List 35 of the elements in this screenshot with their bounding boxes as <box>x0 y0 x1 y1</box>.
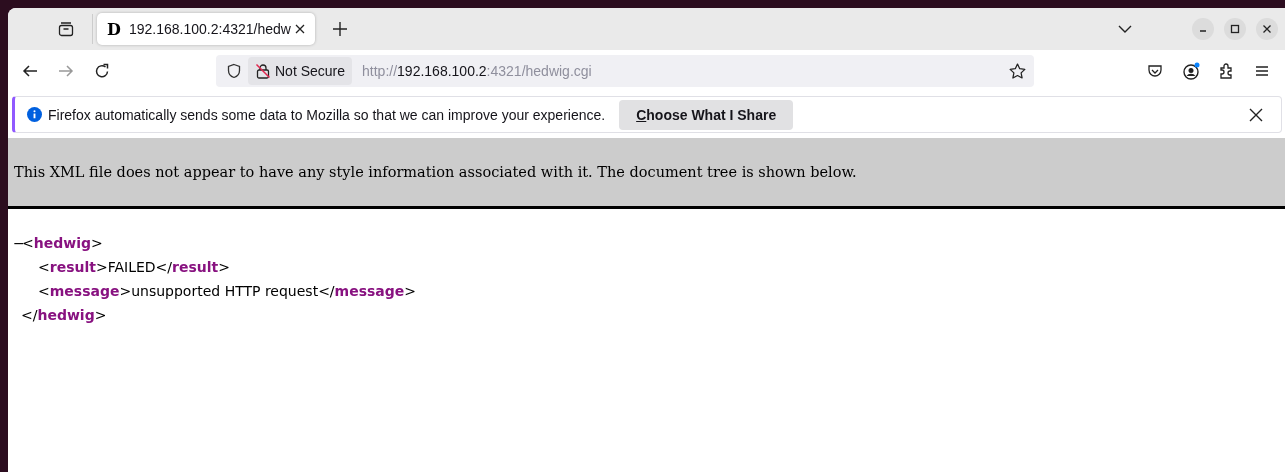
xml-line: <message>unsupported HTTP request</message> <box>38 283 417 299</box>
maximize-icon <box>1230 24 1240 34</box>
close-window-button[interactable] <box>1256 18 1278 40</box>
xml-line: <result>FAILED</result> <box>38 259 230 275</box>
shield-icon[interactable] <box>226 63 242 79</box>
info-icon <box>27 107 42 122</box>
collapse-toggle[interactable]: − <box>13 235 22 251</box>
pocket-icon[interactable] <box>1147 63 1163 79</box>
broken-lock-icon <box>255 63 271 79</box>
address-bar[interactable]: Not Secure http://192.168.100.2:4321/hedwig.cgi <box>216 55 1034 87</box>
xml-line: <hedwig> <box>22 235 103 251</box>
new-tab-icon[interactable] <box>333 22 347 36</box>
security-indicator[interactable]: Not Secure <box>248 57 353 85</box>
choose-what-i-share-button[interactable]: Choose What I Share <box>619 99 794 130</box>
reload-icon[interactable] <box>94 63 110 79</box>
back-icon[interactable] <box>22 63 38 79</box>
close-icon[interactable] <box>1249 107 1263 122</box>
browser-tab[interactable]: D 192.168.100.2:4321/hedw <box>97 13 315 45</box>
url-text: http://192.168.100.2:4321/hedwig.cgi <box>362 63 592 79</box>
maximize-button[interactable] <box>1224 18 1246 40</box>
close-icon[interactable] <box>295 24 305 34</box>
puzzle-icon[interactable] <box>1219 63 1235 79</box>
minimize-button[interactable] <box>1192 18 1214 40</box>
forward-icon[interactable] <box>58 63 74 79</box>
star-icon[interactable] <box>1009 62 1026 80</box>
chevron-down-icon[interactable] <box>1118 25 1132 33</box>
tab-title: 192.168.100.2:4321/hedw <box>129 21 292 37</box>
close-icon <box>1262 24 1272 34</box>
notification-message: Firefox automatically sends some data to Mozilla so that we can improve your experience. <box>48 106 606 123</box>
favicon: D <box>107 19 122 39</box>
menu-icon[interactable] <box>1254 63 1270 79</box>
banner-text: This XML file does not appear to have any style information associated with it. The document tree is shown below. <box>14 164 857 180</box>
account-icon[interactable] <box>1182 62 1200 80</box>
tab-list-icon[interactable] <box>58 21 74 37</box>
xml-line: </hedwig> <box>21 307 107 323</box>
